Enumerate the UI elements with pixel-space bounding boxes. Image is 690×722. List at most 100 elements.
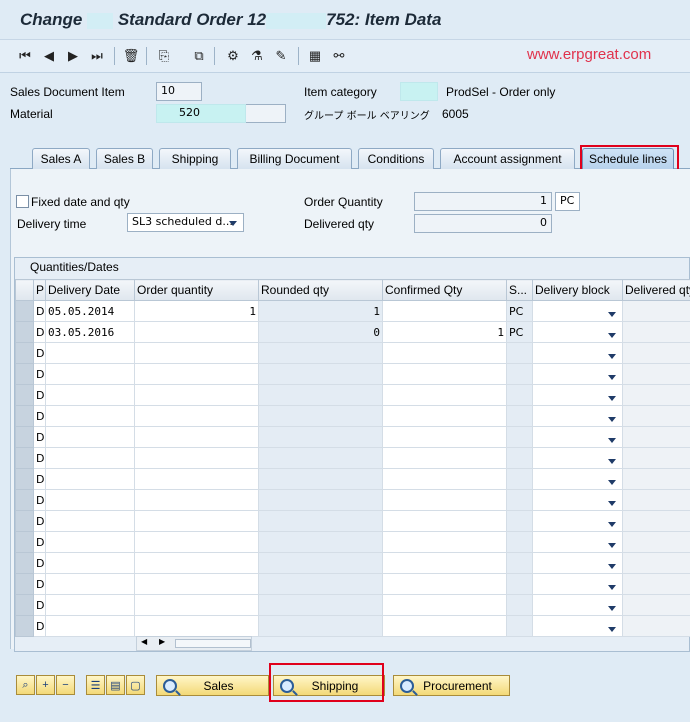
chevron-down-icon[interactable]	[608, 627, 616, 632]
scroll-right-icon[interactable]: ▶	[159, 637, 165, 646]
column-header-order-quantity[interactable]: Order quantity	[134, 279, 259, 301]
table-row[interactable]: D	[15, 615, 690, 637]
cell-delivery-block[interactable]	[532, 342, 623, 364]
cell-confirmed-qty[interactable]	[382, 615, 507, 637]
chevron-down-icon[interactable]	[608, 480, 616, 485]
cell-order-quantity[interactable]	[134, 468, 259, 490]
row-selector[interactable]	[15, 342, 34, 364]
cell-confirmed-qty[interactable]	[382, 447, 507, 469]
cell-delivery-date[interactable]	[45, 447, 135, 469]
cell-delivery-date[interactable]	[45, 594, 135, 616]
details-icon[interactable]: ⌕	[16, 675, 35, 695]
table-row[interactable]: D	[15, 363, 690, 385]
cell-order-quantity[interactable]	[134, 321, 259, 343]
column-header-confirmed-qty[interactable]: Confirmed Qty	[382, 279, 507, 301]
order-qty-field[interactable]: 1	[414, 192, 552, 211]
chevron-down-icon[interactable]	[608, 417, 616, 422]
row-selector[interactable]	[15, 594, 34, 616]
cell-order-quantity[interactable]	[134, 342, 259, 364]
cell-delivery-block[interactable]	[532, 510, 623, 532]
chevron-down-icon[interactable]	[608, 564, 616, 569]
cell-order-quantity[interactable]	[134, 615, 259, 637]
table-row[interactable]: D 05.05.2014 1 1 PC	[15, 300, 690, 322]
cell-confirmed-qty[interactable]	[382, 342, 507, 364]
cell-order-quantity[interactable]	[134, 573, 259, 595]
cell-delivery-date[interactable]: 03.05.2016	[45, 321, 135, 343]
select-all-icon[interactable]: ☰	[86, 675, 105, 695]
table-row[interactable]: D	[15, 552, 690, 574]
table-row[interactable]: D	[15, 573, 690, 595]
cell-order-quantity[interactable]	[134, 384, 259, 406]
chevron-down-icon[interactable]	[608, 501, 616, 506]
cell-delivery-block[interactable]	[532, 447, 623, 469]
insert-row-icon[interactable]: +	[36, 675, 55, 695]
last-page-icon[interactable]: ⏭	[88, 47, 106, 65]
scroll-left-icon[interactable]: ◀	[141, 637, 147, 646]
row-selector[interactable]	[15, 447, 34, 469]
tab-account-assignment[interactable]: Account assignment	[440, 148, 575, 169]
cell-delivery-block[interactable]	[532, 384, 623, 406]
horizontal-scrollbar[interactable]: ◀ ▶	[136, 636, 252, 651]
cell-delivery-date[interactable]	[45, 531, 135, 553]
row-selector[interactable]	[15, 405, 34, 427]
cell-confirmed-qty[interactable]	[382, 426, 507, 448]
table-row[interactable]: D	[15, 384, 690, 406]
deselect-all-icon[interactable]: ▢	[126, 675, 145, 695]
cell-order-quantity[interactable]	[134, 510, 259, 532]
cell-confirmed-qty[interactable]	[382, 405, 507, 427]
cell-confirmed-qty[interactable]	[382, 363, 507, 385]
cell-delivery-block[interactable]	[532, 300, 623, 322]
row-selector[interactable]	[15, 468, 34, 490]
item-category-field[interactable]	[400, 82, 438, 101]
cell-confirmed-qty[interactable]	[382, 489, 507, 511]
cell-order-quantity[interactable]	[134, 489, 259, 511]
select-block-icon[interactable]: ▤	[106, 675, 125, 695]
cell-order-quantity[interactable]	[134, 447, 259, 469]
tab-shipping[interactable]: Shipping	[159, 148, 231, 169]
material-field[interactable]: 520	[156, 104, 246, 123]
delivery-time-select[interactable]: SL3 scheduled d...	[127, 213, 244, 232]
chevron-down-icon[interactable]	[608, 543, 616, 548]
cell-delivery-block[interactable]	[532, 405, 623, 427]
cell-delivery-block[interactable]	[532, 615, 623, 637]
chevron-down-icon[interactable]	[608, 459, 616, 464]
calculator-icon[interactable]: ▦	[306, 47, 324, 65]
copy-icon[interactable]: ⎘	[155, 47, 173, 65]
material-field-extension[interactable]	[246, 104, 286, 123]
row-selector[interactable]	[15, 489, 34, 511]
row-selector[interactable]	[15, 384, 34, 406]
table-row[interactable]: D	[15, 468, 690, 490]
column-header-delivery-block[interactable]: Delivery block	[532, 279, 623, 301]
table-row[interactable]: D	[15, 426, 690, 448]
table-row[interactable]: D	[15, 531, 690, 553]
cell-delivery-date[interactable]	[45, 342, 135, 364]
cell-delivery-block[interactable]	[532, 573, 623, 595]
cell-order-quantity[interactable]	[134, 405, 259, 427]
cell-delivery-date[interactable]	[45, 552, 135, 574]
cell-order-quantity[interactable]	[134, 531, 259, 553]
sales-doc-item-field[interactable]: 10	[156, 82, 202, 101]
cell-order-quantity[interactable]	[134, 426, 259, 448]
cell-delivery-date[interactable]	[45, 510, 135, 532]
display-icon[interactable]: ⧉	[190, 47, 208, 65]
tab-sales-a[interactable]: Sales A	[32, 148, 90, 169]
chevron-down-icon[interactable]	[608, 396, 616, 401]
cell-confirmed-qty[interactable]	[382, 594, 507, 616]
delete-icon[interactable]: 🗑	[122, 47, 140, 65]
cell-delivery-date[interactable]	[45, 489, 135, 511]
row-selector[interactable]	[15, 510, 34, 532]
cell-order-quantity[interactable]: 1	[134, 300, 259, 322]
fixed-date-checkbox[interactable]	[16, 195, 29, 208]
cell-delivery-block[interactable]	[532, 426, 623, 448]
tab-conditions[interactable]: Conditions	[358, 148, 434, 169]
table-row[interactable]: D	[15, 510, 690, 532]
cell-order-quantity[interactable]	[134, 363, 259, 385]
cell-delivery-date[interactable]	[45, 405, 135, 427]
delivered-qty-field[interactable]: 0	[414, 214, 552, 233]
chevron-down-icon[interactable]	[608, 354, 616, 359]
cell-order-quantity[interactable]	[134, 552, 259, 574]
next-page-icon[interactable]: ▶	[64, 47, 82, 65]
cell-delivery-block[interactable]	[532, 552, 623, 574]
table-row[interactable]: D 03.05.2016 0 1 PC	[15, 321, 690, 343]
scroll-thumb[interactable]	[175, 639, 251, 648]
